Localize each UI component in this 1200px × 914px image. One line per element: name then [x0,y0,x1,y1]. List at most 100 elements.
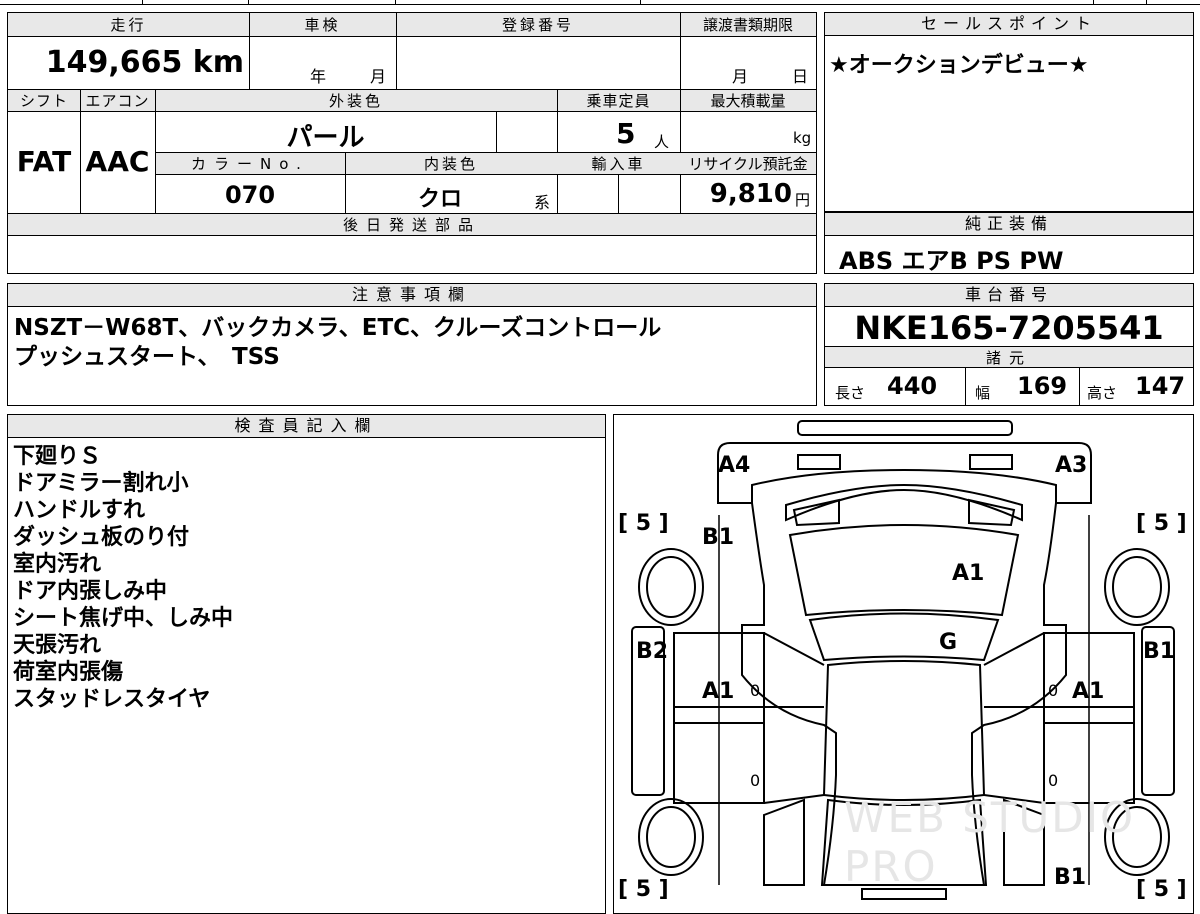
mark-b1-top-left: B1 [702,525,735,550]
capacity-unit: 人 [654,133,670,151]
recycle-label: リサイクル預託金 [688,155,808,173]
capacity-label: 乗車定員 [586,92,651,110]
specs-label: 諸元 [825,346,1193,368]
mark-a3: A3 [1055,453,1088,478]
notes-line-1: NSZT－W68T、バックカメラ、ETC、クルーズコントロール [14,315,662,341]
capacity-value: 5 [616,117,636,150]
windshield-shape [808,612,1000,662]
left-quarter-shape [763,798,805,886]
headlight-right-shape [969,454,1013,470]
inspector-item: 荷室内張傷 [13,660,124,685]
chassis-label: 車台番号 [825,284,1193,307]
mirror-right-shape [968,498,1016,527]
later-parts-label: 後日発送部品 [8,214,816,236]
max-load-label: 最大積載量 [710,92,786,110]
shaken-month-unit: 月 [370,67,387,86]
inspector-item: スタッドレスタイヤ [13,687,211,712]
import-label: 輸入車 [591,155,646,173]
top-divider [395,0,396,5]
interior-color-value: クロ [417,187,462,212]
inspector-item: 天張汚れ [13,633,102,658]
recycle-value: 9,810 [709,179,792,209]
top-divider [1146,0,1147,5]
genuine-equipment-label: 純正装備 [825,213,1193,236]
zero-mark: 0 [1048,681,1059,700]
top-strip-line [0,4,1200,5]
mark-a1-hood: A1 [952,561,985,586]
mark-a1-left-door: A1 [702,679,735,704]
chassis-value: NKE165-7205541 [854,309,1164,347]
mark-a1-right-door: A1 [1072,679,1105,704]
mark-b2-left: B2 [636,639,669,664]
color-no-value: 070 [224,181,276,209]
interior-color-suffix: 系 [534,193,551,212]
inspector-box: 検査員記入欄 下廻りＳ ドアミラー割れ小 ハンドルすれ ダッシュ板のり付 室内汚… [7,414,606,914]
interior-color-label: 内装色 [423,155,478,173]
top-divider [248,0,249,5]
aircon-value: AAC [85,145,150,178]
inspector-item: シート焦げ中、しみ中 [13,606,234,631]
zero-mark: 0 [750,681,761,700]
exterior-color-label: 外装色 [328,92,383,110]
width-label: 幅 [975,384,991,402]
shift-value: FAT [16,145,72,178]
genuine-equipment-box: 純正装備 ABS エアB PS PW [824,212,1194,275]
height-value: 147 [1135,372,1186,400]
width-value: 169 [1017,372,1068,400]
car-diagram-box: A4 A3 B1 A1 G B2 B1 A1 A1 B1 [ 5 ] [ 5 ]… [613,414,1194,914]
mileage-label: 走行 [110,16,147,34]
wheel-rear-left-shape [638,798,704,876]
front-bumper-shape [797,420,1013,436]
zero-mark: 0 [1048,771,1059,790]
mark-g-windshield: G [939,630,958,655]
front-panel-shape [717,442,1092,504]
sales-point-label: セールスポイント [825,13,1193,36]
hood-top-shape [785,483,1023,522]
recycle-unit: 円 [795,191,811,209]
mark-b1-right: B1 [1143,639,1176,664]
transfer-day-unit: 日 [792,67,809,86]
mileage-value: 149,665 km [45,45,244,80]
shaken-label: 車検 [304,16,341,34]
shift-label: シフト [19,92,68,110]
top-divider [640,0,641,5]
top-divider [142,0,143,5]
registration-label: 登録番号 [501,16,574,34]
wheel-front-right-shape [1104,548,1170,626]
tread-front-left: [ 5 ] [618,511,669,536]
watermark: WEB STUDIO PRO [844,793,1136,891]
inspector-item: ドア内張しみ中 [13,579,168,604]
chassis-box: 車台番号 NKE165-7205541 諸元 長さ 440 幅 169 高さ 1… [824,283,1194,406]
inspector-label: 検査員記入欄 [8,415,605,438]
length-value: 440 [887,372,938,400]
top-divider [1093,0,1094,5]
mark-a4: A4 [718,453,751,478]
wheel-front-left-shape [638,548,704,626]
notes-box: 注意事項欄 NSZT－W68T、バックカメラ、ETC、クルーズコントロール プッ… [7,283,817,406]
sales-point-box: セールスポイント ★オークションデビュー★ [824,12,1194,212]
transfer-label: 譲渡書類期限 [702,16,793,34]
zero-mark: 0 [750,771,761,790]
roof-shape [822,660,986,801]
inspector-item: ドアミラー割れ小 [13,471,189,496]
length-label: 長さ [835,384,866,402]
max-load-unit: kg [793,129,812,147]
tread-front-right: [ 5 ] [1136,511,1187,536]
color-no-label: カラーNo. [191,155,309,173]
inspector-item: 室内汚れ [13,552,102,577]
tread-rear-left: [ 5 ] [618,877,669,902]
headlight-left-shape [797,454,841,470]
notes-label: 注意事項欄 [8,284,816,307]
inspector-item: ダッシュ板のり付 [13,525,190,550]
transfer-month-unit: 月 [732,67,749,86]
inspector-item: 下廻りＳ [13,444,102,469]
aircon-label: エアコン [85,92,150,110]
height-label: 高さ [1087,384,1118,402]
exterior-color-value: パール [286,123,365,153]
mirror-left-shape [792,498,840,527]
genuine-equipment-value: ABS エアB PS PW [839,247,1064,275]
shaken-year-unit: 年 [310,67,327,86]
sales-point-value: ★オークションデビュー★ [829,53,1089,78]
vehicle-info-box: 走行 車検 登録番号 譲渡書類期限 149,665 km 年 月 月 日 シフト… [7,12,817,274]
notes-line-2: プッシュスタート、 TSS [14,344,280,370]
